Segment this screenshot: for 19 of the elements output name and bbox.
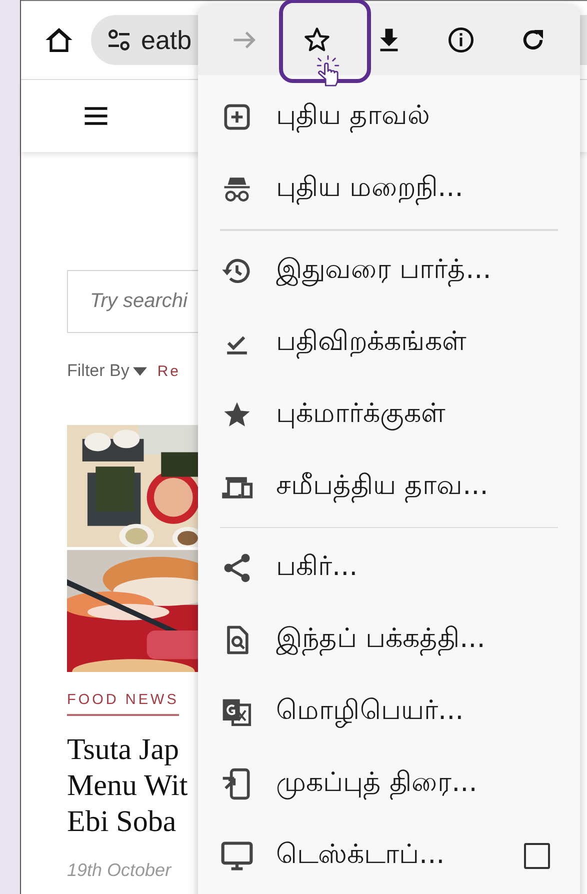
hand-pointer-icon (316, 55, 340, 89)
checkbox[interactable] (524, 843, 550, 869)
menu-item[interactable]: டெஸ்க்டாப்... (198, 820, 580, 892)
monitor-icon (220, 839, 254, 873)
filter-dropdown[interactable]: Filter By (67, 361, 130, 381)
menu-item[interactable]: பகிர்... (198, 532, 580, 604)
url-text: eatb (141, 24, 192, 56)
reset-link[interactable]: Re (157, 362, 181, 380)
menu-item[interactable]: மொழிபெயர்... (198, 676, 580, 748)
article-date: 19th October (67, 860, 173, 881)
category-label[interactable]: FOOD NEWS (67, 692, 179, 716)
info-icon[interactable] (446, 25, 476, 55)
menu-item[interactable]: முகப்புத் திரை... (198, 748, 580, 820)
menu-item[interactable]: புதிய மறைநி... (198, 153, 580, 225)
menu-item[interactable]: புக்மார்க்குகள் (198, 378, 580, 450)
caret-icon[interactable] (133, 366, 148, 376)
menu-item[interactable]: சமீபத்திய தாவ... (198, 450, 580, 522)
menu-item[interactable]: புதிய தாவல் (198, 81, 580, 153)
menu-item[interactable]: இந்தப் பக்கத்தி... (198, 604, 580, 676)
